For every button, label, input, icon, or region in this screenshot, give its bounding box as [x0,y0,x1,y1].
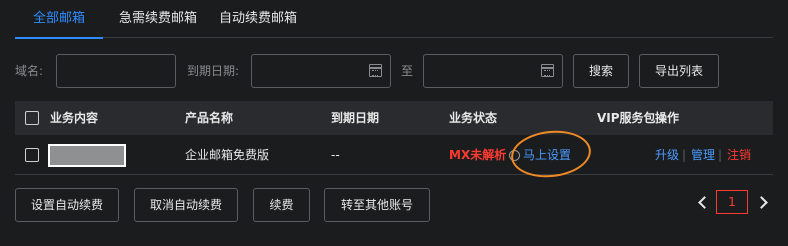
help-icon[interactable] [509,150,520,161]
tab-auto-renewal[interactable]: 自动续费邮箱 [219,0,297,38]
table-row: 企业邮箱免费版 -- MX未解析 马上设置 升级 | 管理 | 注销 [15,126,773,182]
header-product: 产品名称 [185,111,234,125]
manage-link[interactable]: 管理 [691,135,715,175]
domain-input[interactable] [56,54,176,88]
product-name: 企业邮箱免费版 [185,148,270,162]
header-expiry: 到期日期 [331,111,380,125]
next-page-icon[interactable] [755,196,768,209]
header-status: 业务状态 [449,111,498,125]
row-checkbox[interactable] [25,148,39,162]
tab-urgent-renewal[interactable]: 急需续费邮箱 [119,0,197,38]
header-content: 业务内容 [50,111,99,125]
tab-all-mailboxes[interactable]: 全部邮箱 [15,0,103,39]
set-auto-renew-button[interactable]: 设置自动续费 [15,188,119,222]
action-separator: | [682,148,687,162]
search-button[interactable]: 搜索 [573,54,629,88]
upgrade-link[interactable]: 升级 [655,135,679,175]
expiry-date-label: 到期日期: [187,64,240,78]
setup-now-link[interactable]: 马上设置 [523,135,571,175]
header-actions: 操作 [655,111,680,125]
logout-link[interactable]: 注销 [727,135,751,175]
renew-button[interactable]: 续费 [253,188,310,222]
prev-page-icon[interactable] [698,196,711,209]
filter-bar: 域名: 到期日期: 至 搜索 导出列表 [0,54,788,88]
header-vip: VIP服务包 [597,111,656,125]
cancel-auto-renew-button[interactable]: 取消自动续费 [134,188,238,222]
tab-bar: 全部邮箱 急需续费邮箱 自动续费邮箱 [15,0,773,39]
redacted-domain [48,144,126,167]
transfer-account-button[interactable]: 转至其他账号 [324,188,430,222]
calendar-icon[interactable] [369,64,382,77]
select-all-checkbox[interactable] [25,111,39,125]
domain-label: 域名: [15,64,44,78]
export-list-button[interactable]: 导出列表 [639,54,719,88]
table-header: 业务内容 产品名称 到期日期 业务状态 VIP服务包 操作 [15,101,773,135]
date-range-separator: 至 [401,64,414,78]
action-separator: | [718,148,723,162]
expiry-date: -- [331,148,340,162]
current-page[interactable]: 1 [716,190,748,214]
calendar-icon[interactable] [541,64,554,77]
status-badge: MX未解析 [449,148,507,162]
